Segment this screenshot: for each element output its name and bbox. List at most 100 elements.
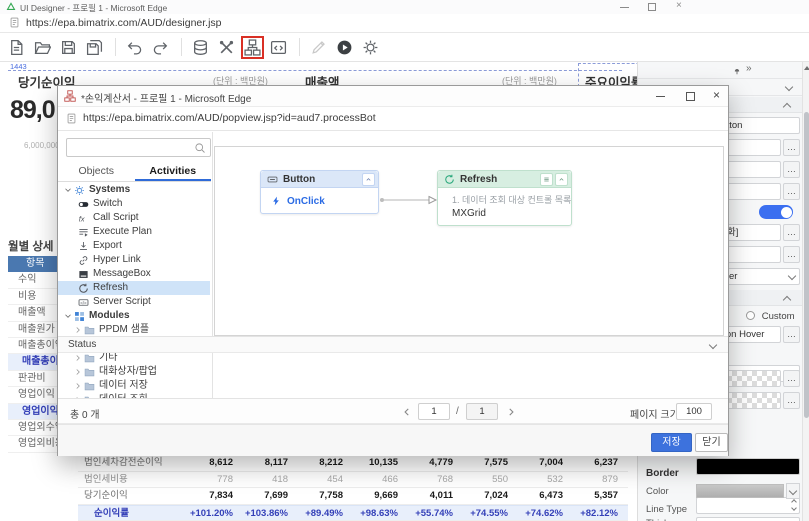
tree-section-systems[interactable]: Systems (58, 183, 210, 197)
save-all-icon[interactable] (86, 39, 103, 56)
popup-maximize-button[interactable] (686, 92, 695, 101)
flow-node-refresh[interactable]: Refresh 1. 데이터 조회 대상 컨트롤 목록 MXGrid (437, 170, 572, 226)
redo-icon[interactable] (152, 39, 169, 56)
black-color-swatch[interactable] (696, 458, 800, 475)
status-section[interactable]: Status (58, 336, 728, 353)
messagebox-icon (78, 269, 89, 280)
more-button[interactable]: … (783, 370, 800, 387)
custom-radio[interactable]: Custom (746, 311, 795, 322)
number-stepper[interactable] (696, 497, 800, 514)
tree-item-refresh[interactable]: Refresh (58, 281, 210, 295)
flow-node-button-header[interactable]: Button (261, 171, 378, 188)
refresh-node-target: MXGrid (452, 208, 486, 219)
chevron-right-icon[interactable] (74, 382, 82, 390)
next-page-icon[interactable] (506, 407, 516, 417)
lightning-icon (271, 195, 281, 207)
process-flow-canvas[interactable]: Button OnClick Refresh 1. 데이터 조회 대상 컨트롤 … (214, 146, 724, 336)
tree-item-execute-plan[interactable]: Execute Plan (58, 225, 210, 239)
address-bar[interactable]: https://epa.bimatrix.com/AUD/designer.js… (0, 14, 809, 33)
border-color-swatch[interactable] (696, 484, 784, 498)
flow-node-button[interactable]: Button OnClick (260, 170, 379, 214)
maximize-button[interactable] (648, 3, 656, 11)
refresh-icon (444, 174, 455, 185)
flow-node-refresh-header[interactable]: Refresh (438, 171, 571, 188)
save-icon[interactable] (60, 39, 77, 56)
edit-icon[interactable] (310, 39, 327, 56)
open-icon[interactable] (34, 39, 51, 56)
database-icon[interactable] (192, 39, 209, 56)
tree-item-call-script[interactable]: fx Call Script (58, 211, 210, 225)
current-page-input[interactable]: 1 (418, 403, 450, 420)
tree-item-데이터-저장[interactable]: 데이터 저장 (58, 379, 210, 393)
tree-section-modules[interactable]: Modules (58, 309, 210, 323)
popup-minimize-button[interactable] (656, 96, 665, 97)
more-button[interactable]: … (783, 392, 800, 409)
page-size-input[interactable]: 100 (676, 403, 712, 420)
tree-item-export[interactable]: Export (58, 239, 210, 253)
font-color-field[interactable] (696, 458, 809, 475)
tree-item-기타[interactable]: 기타 (58, 351, 210, 365)
prev-page-icon[interactable] (402, 407, 412, 417)
save-button[interactable]: 저장 (651, 433, 692, 452)
chevron-right-icon[interactable] (74, 326, 82, 334)
tab-objects[interactable]: Objects (58, 162, 135, 181)
collapse-panel-icon[interactable]: » (746, 63, 752, 74)
plan-icon (78, 227, 89, 238)
activity-search-input[interactable] (66, 138, 211, 157)
chevron-down-small-icon[interactable] (64, 312, 72, 320)
more-button[interactable]: … (783, 224, 800, 241)
refresh-icon (78, 283, 89, 294)
tree-section-label: Modules (89, 310, 130, 321)
more-button[interactable]: … (783, 139, 800, 156)
process-icon[interactable] (241, 35, 264, 59)
pin-icon[interactable] (732, 65, 742, 76)
cell-value: +55.74% (415, 507, 453, 519)
code-window-icon[interactable] (270, 39, 287, 56)
node-menu-button[interactable] (540, 172, 553, 186)
chevron-down-icon (788, 486, 798, 496)
minimize-button[interactable] (620, 7, 629, 8)
toggle-switch[interactable] (759, 205, 793, 219)
cell-value: 418 (272, 473, 288, 485)
undo-icon[interactable] (126, 39, 143, 56)
border-color-dropdown[interactable] (786, 483, 800, 499)
row-label: 당기순이익 (84, 490, 128, 501)
new-file-icon[interactable] (8, 39, 25, 56)
thickness-field[interactable]: 1,1,1,1 (696, 517, 800, 521)
more-button[interactable]: … (783, 246, 800, 263)
chevron-right-icon[interactable] (74, 354, 82, 362)
chevron-right-icon[interactable] (74, 368, 82, 376)
tree-item-label: Export (93, 240, 122, 251)
close-button[interactable]: × (676, 0, 682, 11)
tab-activities[interactable]: Activities (134, 162, 211, 181)
flow-event-onclick[interactable]: OnClick (261, 188, 378, 207)
close-dialog-button[interactable]: 닫기 (695, 433, 728, 452)
collapse-node-button[interactable] (555, 172, 568, 186)
scroll-up-icon[interactable] (803, 66, 809, 70)
more-button[interactable]: … (783, 326, 800, 343)
tree-item-switch[interactable]: Switch (58, 197, 210, 211)
settings-icon[interactable] (362, 39, 379, 56)
tree-item-server-script[interactable]: </> Server Script (58, 295, 210, 309)
search-icon (194, 142, 206, 154)
more-button[interactable]: … (783, 183, 800, 200)
tree-item-hyper-link[interactable]: Hyper Link (58, 253, 210, 267)
more-button[interactable]: … (783, 161, 800, 178)
cell-value: +74.55% (470, 507, 508, 519)
tree-item-messagebox[interactable]: MessageBox (58, 267, 210, 281)
chevron-down-small-icon[interactable] (64, 186, 72, 194)
popup-close-button[interactable]: × (713, 88, 720, 102)
collapse-node-button[interactable] (362, 172, 375, 186)
toolbar-separator (181, 38, 182, 56)
tree-item-label: MessageBox (93, 268, 151, 279)
run-icon[interactable] (336, 39, 353, 56)
scrollbar-thumb[interactable] (803, 112, 809, 418)
tools-icon[interactable] (218, 39, 235, 56)
thickness-value[interactable]: 1,1,1,1 (696, 517, 800, 521)
popup-address-bar[interactable]: https://epa.bimatrix.com/AUD/popview.jsp… (58, 107, 728, 131)
stepper-arrows-icon[interactable] (791, 498, 797, 512)
tree-item-label: Switch (93, 198, 123, 209)
tree-item-ppdm-샘플[interactable]: PPDM 샘플 (58, 323, 210, 337)
chevron-down-icon[interactable] (784, 82, 794, 92)
tree-item-대화상자/팝업[interactable]: 대화상자/팝업 (58, 365, 210, 379)
